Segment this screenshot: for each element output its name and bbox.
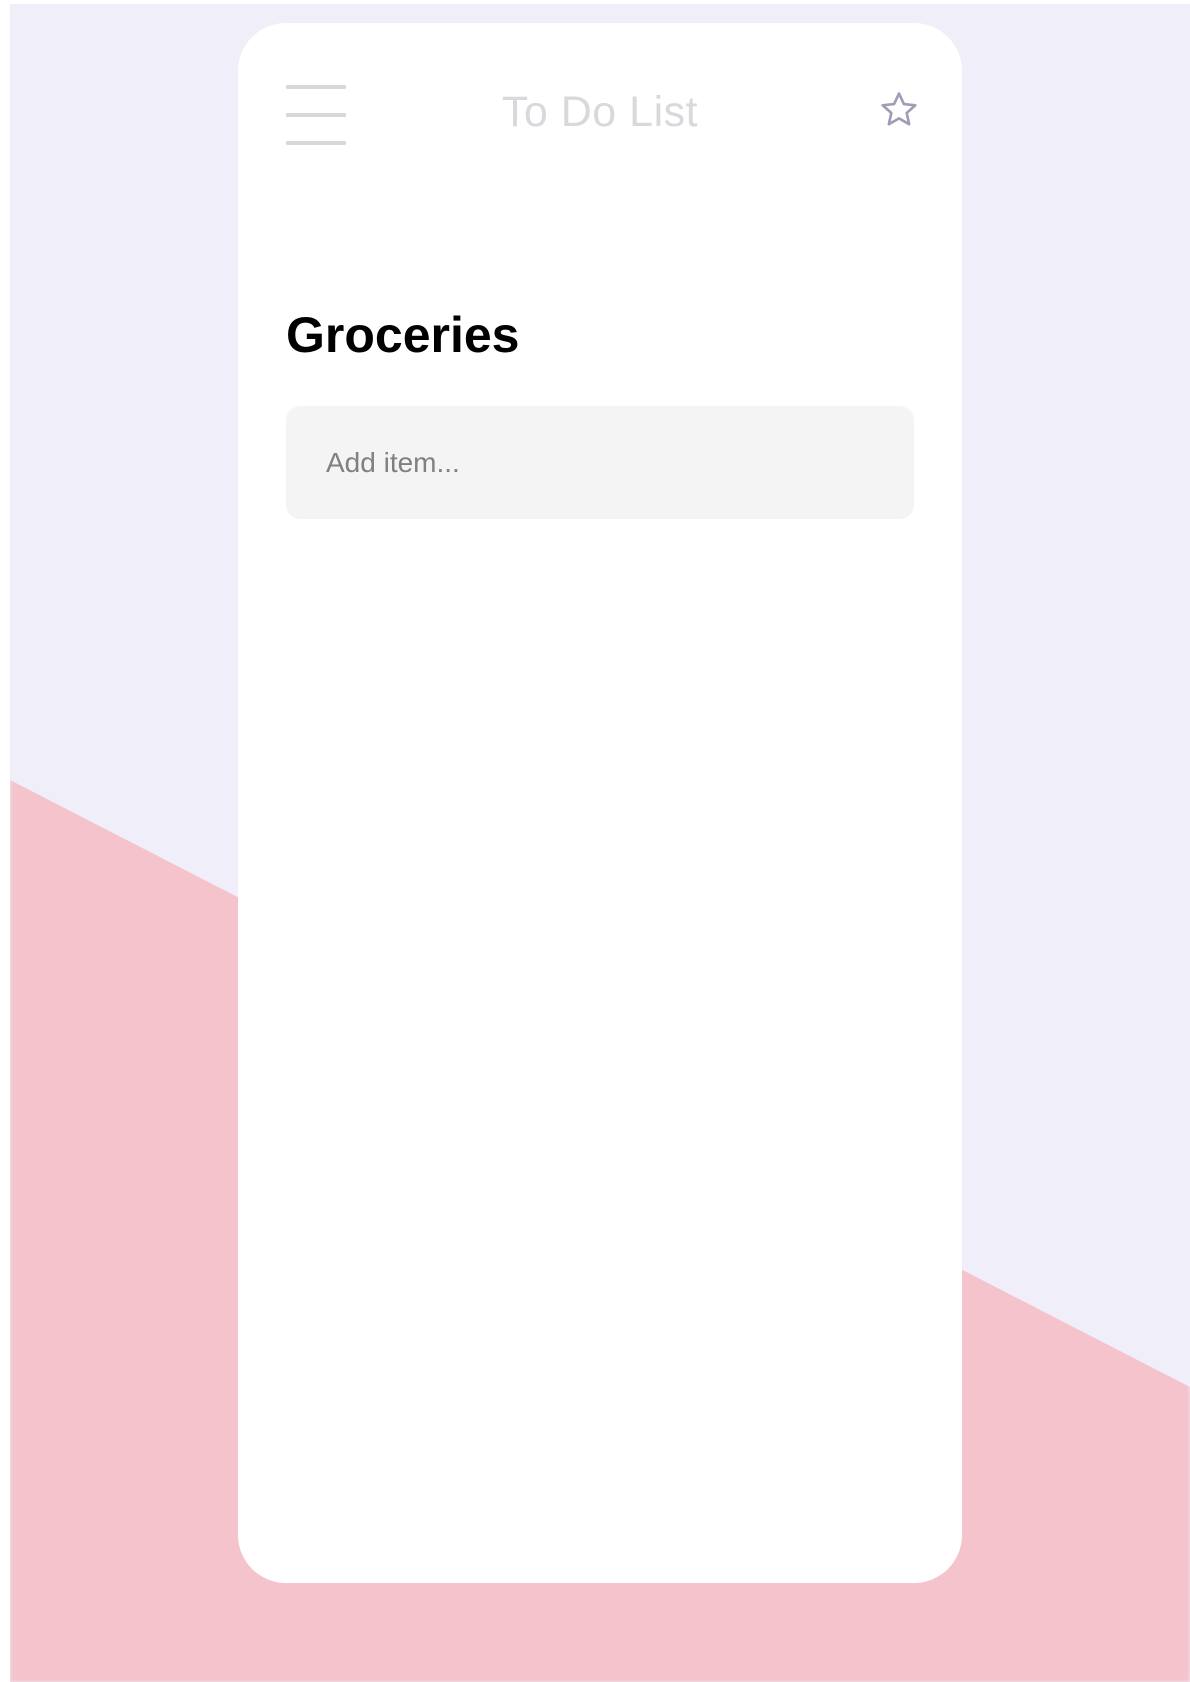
list-title: Groceries xyxy=(286,307,520,363)
hamburger-menu-icon-bar xyxy=(286,141,346,145)
add-item-input[interactable] xyxy=(286,406,914,519)
app-title: To Do List xyxy=(501,88,699,136)
app-background: To Do List Groceries xyxy=(10,4,1190,1682)
favorite-button[interactable] xyxy=(878,89,920,131)
todo-card: To Do List Groceries xyxy=(238,23,962,1583)
star-icon xyxy=(881,92,917,126)
